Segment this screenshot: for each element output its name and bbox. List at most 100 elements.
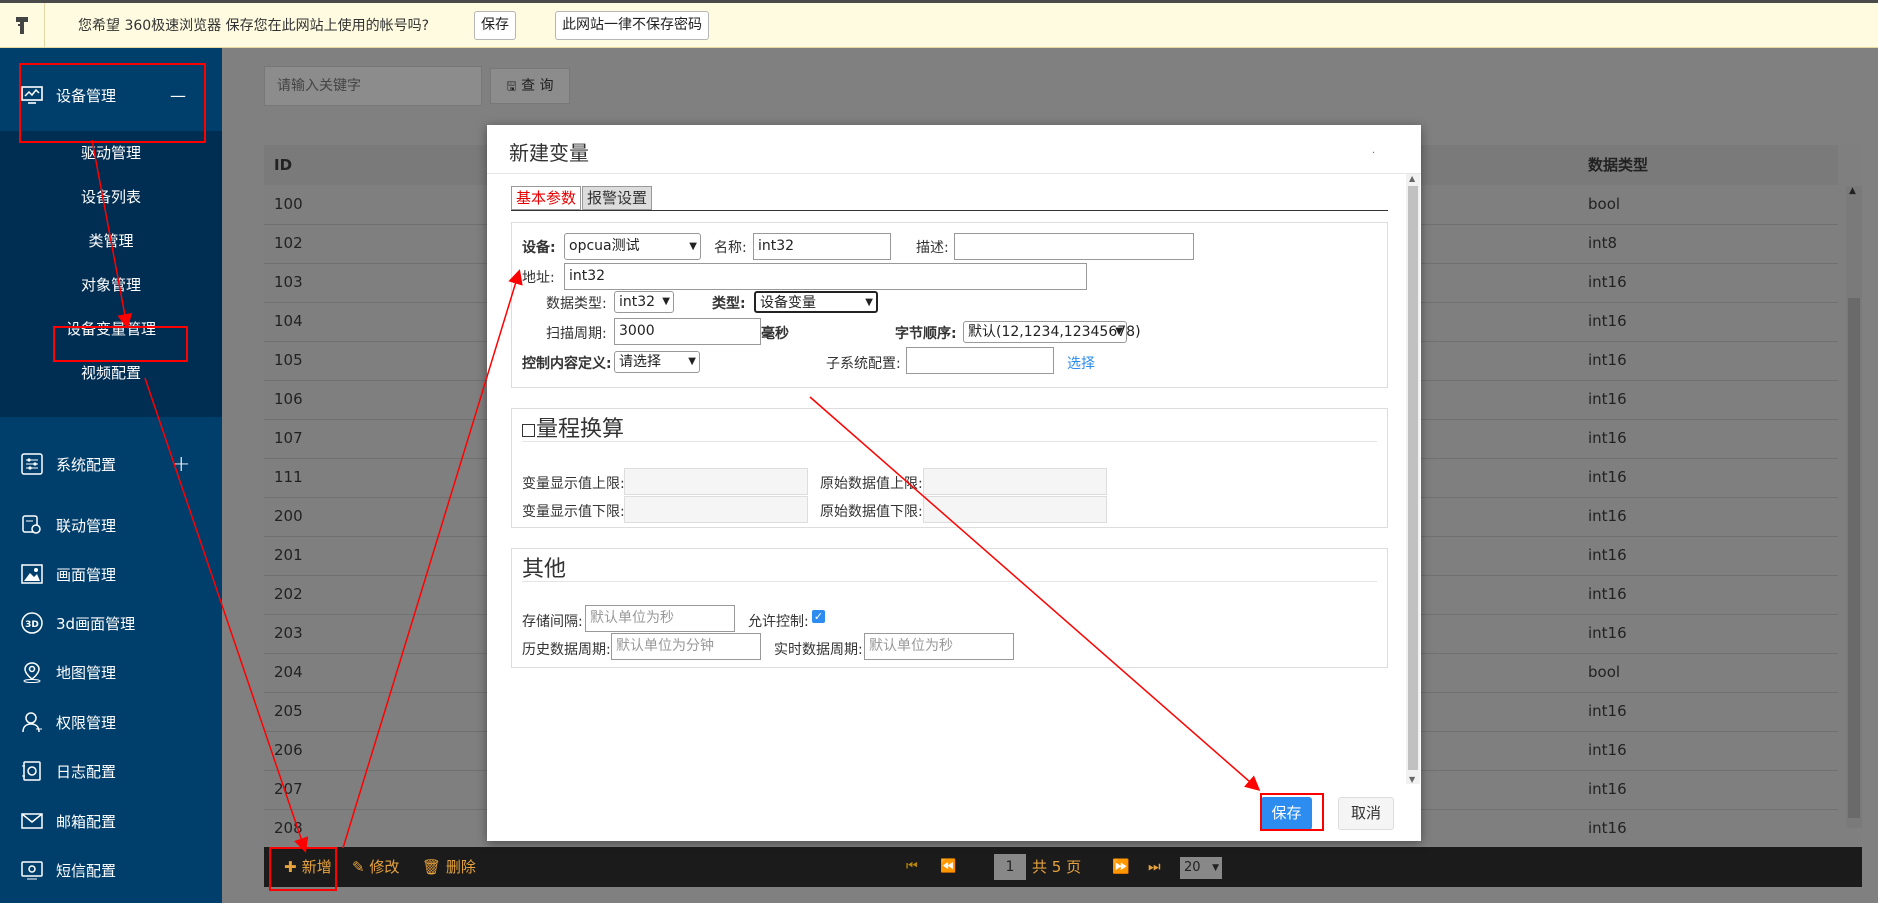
total-pages-label: 共 5 页 bbox=[1032, 858, 1082, 876]
edit-button[interactable]: ✎ 修改 bbox=[352, 847, 399, 887]
allow-control-label: 允许控制: bbox=[748, 614, 809, 630]
legend-divider bbox=[522, 581, 1377, 582]
sidebar-item-log[interactable]: 日志配置 bbox=[0, 747, 222, 795]
cancel-button[interactable]: 取消 bbox=[1338, 797, 1394, 830]
cell-datatype: int8 bbox=[1588, 234, 1618, 252]
cell-id: 100 bbox=[274, 195, 303, 213]
raw-upper-input[interactable] bbox=[923, 468, 1107, 495]
cell-datatype: int16 bbox=[1588, 390, 1627, 408]
sidebar-item-label: 3d画面管理 bbox=[56, 614, 136, 633]
device-submenu: 驱动管理 设备列表 类管理 对象管理 设备变量管理 视频配置 bbox=[0, 131, 222, 417]
allow-control-checkbox[interactable]: ✓ bbox=[812, 610, 825, 623]
sidebar-item-label: 联动管理 bbox=[56, 516, 117, 535]
chevron-down-icon: ▼ bbox=[865, 297, 873, 308]
name-input[interactable]: int32 bbox=[753, 233, 891, 260]
edit-button-label: 修改 bbox=[369, 858, 400, 876]
cell-datatype: int16 bbox=[1588, 585, 1627, 603]
cell-id: 207 bbox=[274, 780, 303, 798]
display-lower-input[interactable] bbox=[624, 496, 808, 523]
sidebar-item-system-config[interactable]: 系统配置 + bbox=[0, 440, 222, 488]
range-conversion-checkbox[interactable] bbox=[522, 423, 535, 437]
cell-id: 105 bbox=[274, 351, 303, 369]
cell-datatype: int16 bbox=[1588, 546, 1627, 564]
page-number-input[interactable]: 1 bbox=[994, 854, 1026, 880]
storage-interval-input[interactable]: 默认单位为秒 bbox=[585, 605, 735, 632]
page-size-select[interactable]: 20 ▼ bbox=[1180, 857, 1222, 879]
tab-basic-params[interactable]: 基本参数 bbox=[511, 186, 582, 210]
chevron-down-icon: ▼ bbox=[1115, 326, 1123, 337]
address-input[interactable]: int32 bbox=[564, 263, 1087, 290]
sidebar-item-label: 地图管理 bbox=[56, 663, 117, 682]
collapse-icon[interactable]: — bbox=[170, 86, 186, 105]
3d-icon: 3D bbox=[20, 611, 44, 635]
close-icon[interactable]: . bbox=[1372, 145, 1375, 156]
sidebar-item-linkage[interactable]: 联动管理 bbox=[0, 501, 222, 549]
submenu-item-device-variable[interactable]: 设备变量管理 bbox=[0, 309, 222, 349]
display-upper-input[interactable] bbox=[624, 468, 808, 495]
cell-id: 106 bbox=[274, 390, 303, 408]
chevron-down-icon: ▼ bbox=[688, 356, 696, 367]
sidebar-item-permission[interactable]: 权限管理 bbox=[0, 698, 222, 746]
dialog-scrollbar-thumb[interactable] bbox=[1408, 186, 1418, 770]
search-button-label: 查 询 bbox=[521, 78, 554, 94]
desc-input[interactable] bbox=[954, 233, 1194, 260]
sidebar-item-screen[interactable]: 画面管理 bbox=[0, 550, 222, 598]
column-header-datatype[interactable]: 数据类型 bbox=[1588, 145, 1648, 185]
select-subsystem-link[interactable]: 选择 bbox=[1067, 353, 1095, 373]
column-header-id[interactable]: ID bbox=[274, 145, 292, 185]
device-select[interactable]: opcua测试 ▼ bbox=[564, 233, 701, 260]
control-def-select[interactable]: 请选择 ▼ bbox=[614, 351, 700, 373]
sidebar-item-3d-screen[interactable]: 3D 3d画面管理 bbox=[0, 599, 222, 647]
submenu-item-class[interactable]: 类管理 bbox=[0, 221, 222, 261]
search-input[interactable]: 请输入关键字 bbox=[264, 66, 482, 106]
save-password-button[interactable]: 保存 bbox=[474, 11, 516, 40]
scroll-up-icon[interactable]: ▲ bbox=[1849, 186, 1856, 196]
other-legend: 其他 bbox=[522, 557, 567, 582]
save-button[interactable]: 保存 bbox=[1261, 797, 1312, 830]
datatype-select[interactable]: int32 ▼ bbox=[614, 291, 674, 313]
sidebar-group-device-label: 设备管理 bbox=[56, 86, 117, 105]
scroll-down-icon[interactable]: ▼ bbox=[1409, 775, 1415, 784]
sidebar-item-sms[interactable]: 短信配置 bbox=[0, 846, 222, 894]
never-save-password-button[interactable]: 此网站一律不保存密码 bbox=[555, 11, 709, 40]
subsystem-label: 子系统配置: bbox=[826, 356, 901, 372]
scan-period-label: 扫描周期: bbox=[546, 326, 607, 342]
sidebar-item-label: 日志配置 bbox=[56, 762, 117, 781]
sidebar-item-mail[interactable]: 邮箱配置 bbox=[0, 797, 222, 845]
submenu-item-video[interactable]: 视频配置 bbox=[0, 353, 222, 393]
scan-period-input[interactable]: 3000 bbox=[614, 318, 761, 345]
subsystem-input[interactable] bbox=[906, 347, 1054, 374]
cell-datatype: int16 bbox=[1588, 429, 1627, 447]
expand-icon[interactable]: + bbox=[172, 452, 190, 477]
sidebar-group-device[interactable]: 设备管理 — bbox=[0, 71, 222, 119]
realtime-period-input[interactable]: 默认单位为秒 bbox=[864, 633, 1014, 660]
raw-lower-input[interactable] bbox=[923, 496, 1107, 523]
user-icon bbox=[20, 710, 44, 734]
search-button[interactable]: 🖫 查 询 bbox=[490, 68, 570, 104]
first-page-icon[interactable]: ⏮ bbox=[906, 847, 918, 887]
dialog-scrollbar[interactable]: ▲ ▼ bbox=[1406, 174, 1420, 784]
display-lower-label: 变量显示值下限: bbox=[522, 504, 625, 520]
sidebar-item-label: 邮箱配置 bbox=[56, 812, 117, 831]
type-select[interactable]: 设备变量 ▼ bbox=[754, 291, 878, 313]
cell-id: 104 bbox=[274, 312, 303, 330]
chevron-down-icon: ▼ bbox=[1212, 863, 1219, 873]
add-button[interactable]: ✚ 新增 bbox=[284, 847, 332, 887]
pin-icon bbox=[0, 3, 45, 48]
byte-order-select[interactable]: 默认(12,1234,12345678) ▼ bbox=[963, 321, 1141, 343]
submenu-item-driver[interactable]: 驱动管理 bbox=[0, 133, 222, 173]
scrollbar-thumb[interactable] bbox=[1848, 298, 1860, 818]
submenu-item-object[interactable]: 对象管理 bbox=[0, 265, 222, 305]
prev-page-icon[interactable]: ⏪ bbox=[940, 847, 956, 887]
range-conversion-legend: 量程换算 bbox=[522, 411, 624, 443]
sidebar-item-map[interactable]: 地图管理 bbox=[0, 648, 222, 696]
history-period-input[interactable]: 默认单位为分钟 bbox=[611, 633, 761, 660]
submenu-item-device-list[interactable]: 设备列表 bbox=[0, 177, 222, 217]
scroll-up-icon[interactable]: ▲ bbox=[1409, 174, 1415, 183]
tab-alarm-settings[interactable]: 报警设置 bbox=[582, 186, 653, 210]
next-page-icon[interactable]: ⏩ bbox=[1112, 847, 1129, 887]
last-page-icon[interactable]: ⏭ bbox=[1148, 847, 1161, 887]
cell-id: 208 bbox=[274, 819, 303, 837]
delete-button[interactable]: 🗑 删除 bbox=[422, 847, 476, 887]
table-scrollbar[interactable]: ▲ bbox=[1846, 186, 1862, 828]
